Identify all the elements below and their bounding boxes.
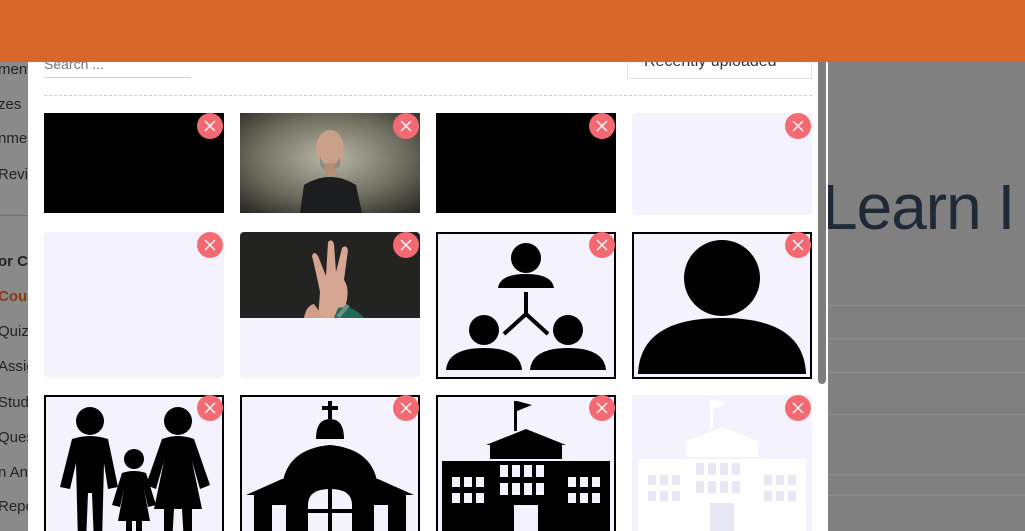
remove-media-button[interactable]	[785, 113, 811, 139]
sidebar-item: Quiz	[0, 323, 29, 340]
media-tile-praying-hands[interactable]	[240, 232, 420, 378]
close-icon	[792, 239, 804, 251]
remove-media-button[interactable]	[785, 232, 811, 258]
media-tile-school-white[interactable]	[632, 395, 812, 531]
background-row-line	[828, 474, 1025, 475]
remove-media-button[interactable]	[393, 395, 419, 421]
close-icon	[596, 239, 608, 251]
school-icon	[442, 401, 610, 531]
media-tile-family[interactable]	[44, 395, 224, 531]
background-row-line	[828, 372, 1025, 373]
school-icon	[638, 399, 806, 531]
media-tile-network-people[interactable]	[436, 232, 616, 379]
background-sidebar: ments zes nme Revi or Co Cou Quiz Assig …	[0, 0, 39, 531]
remove-media-button[interactable]	[589, 232, 615, 258]
church-icon	[246, 401, 414, 531]
divider	[44, 95, 812, 96]
remove-media-button[interactable]	[197, 232, 223, 258]
remove-media-button[interactable]	[393, 232, 419, 258]
close-icon	[204, 239, 216, 251]
media-tile-blank[interactable]	[44, 232, 224, 378]
top-app-bar	[0, 0, 1025, 62]
close-icon	[204, 120, 216, 132]
remove-media-button[interactable]	[197, 395, 223, 421]
close-icon	[596, 120, 608, 132]
remove-media-button[interactable]	[589, 395, 615, 421]
remove-media-button[interactable]	[393, 113, 419, 139]
sidebar-item: zes	[0, 96, 22, 113]
person-icon	[638, 240, 806, 374]
close-icon	[596, 402, 608, 414]
background-content	[828, 62, 1025, 531]
media-tile-person[interactable]	[632, 232, 812, 379]
background-row-line	[828, 495, 1025, 496]
sidebar-divider	[0, 215, 30, 216]
background-row-line	[828, 338, 1025, 339]
sidebar-item-active: Cou	[0, 288, 28, 305]
remove-media-button[interactable]	[785, 395, 811, 421]
network-people-icon	[446, 243, 606, 370]
sidebar-item: Revi	[0, 166, 29, 183]
remove-media-button[interactable]	[197, 113, 223, 139]
background-heading: Learn I	[822, 171, 1015, 243]
media-library-modal: Recently uploaded	[28, 44, 828, 531]
background-row-line	[828, 305, 1025, 306]
close-icon	[400, 402, 412, 414]
sidebar-item: Stud	[0, 394, 29, 411]
sidebar-item: nme	[0, 130, 28, 147]
background-row-line	[828, 414, 1025, 415]
close-icon	[204, 402, 216, 414]
scrollbar[interactable]	[818, 52, 826, 384]
media-tile-school[interactable]	[436, 395, 616, 531]
family-icon	[60, 407, 210, 531]
remove-media-button[interactable]	[589, 113, 615, 139]
close-icon	[400, 239, 412, 251]
close-icon	[400, 120, 412, 132]
close-icon	[792, 120, 804, 132]
media-tile-church[interactable]	[240, 395, 420, 531]
close-icon	[792, 402, 804, 414]
